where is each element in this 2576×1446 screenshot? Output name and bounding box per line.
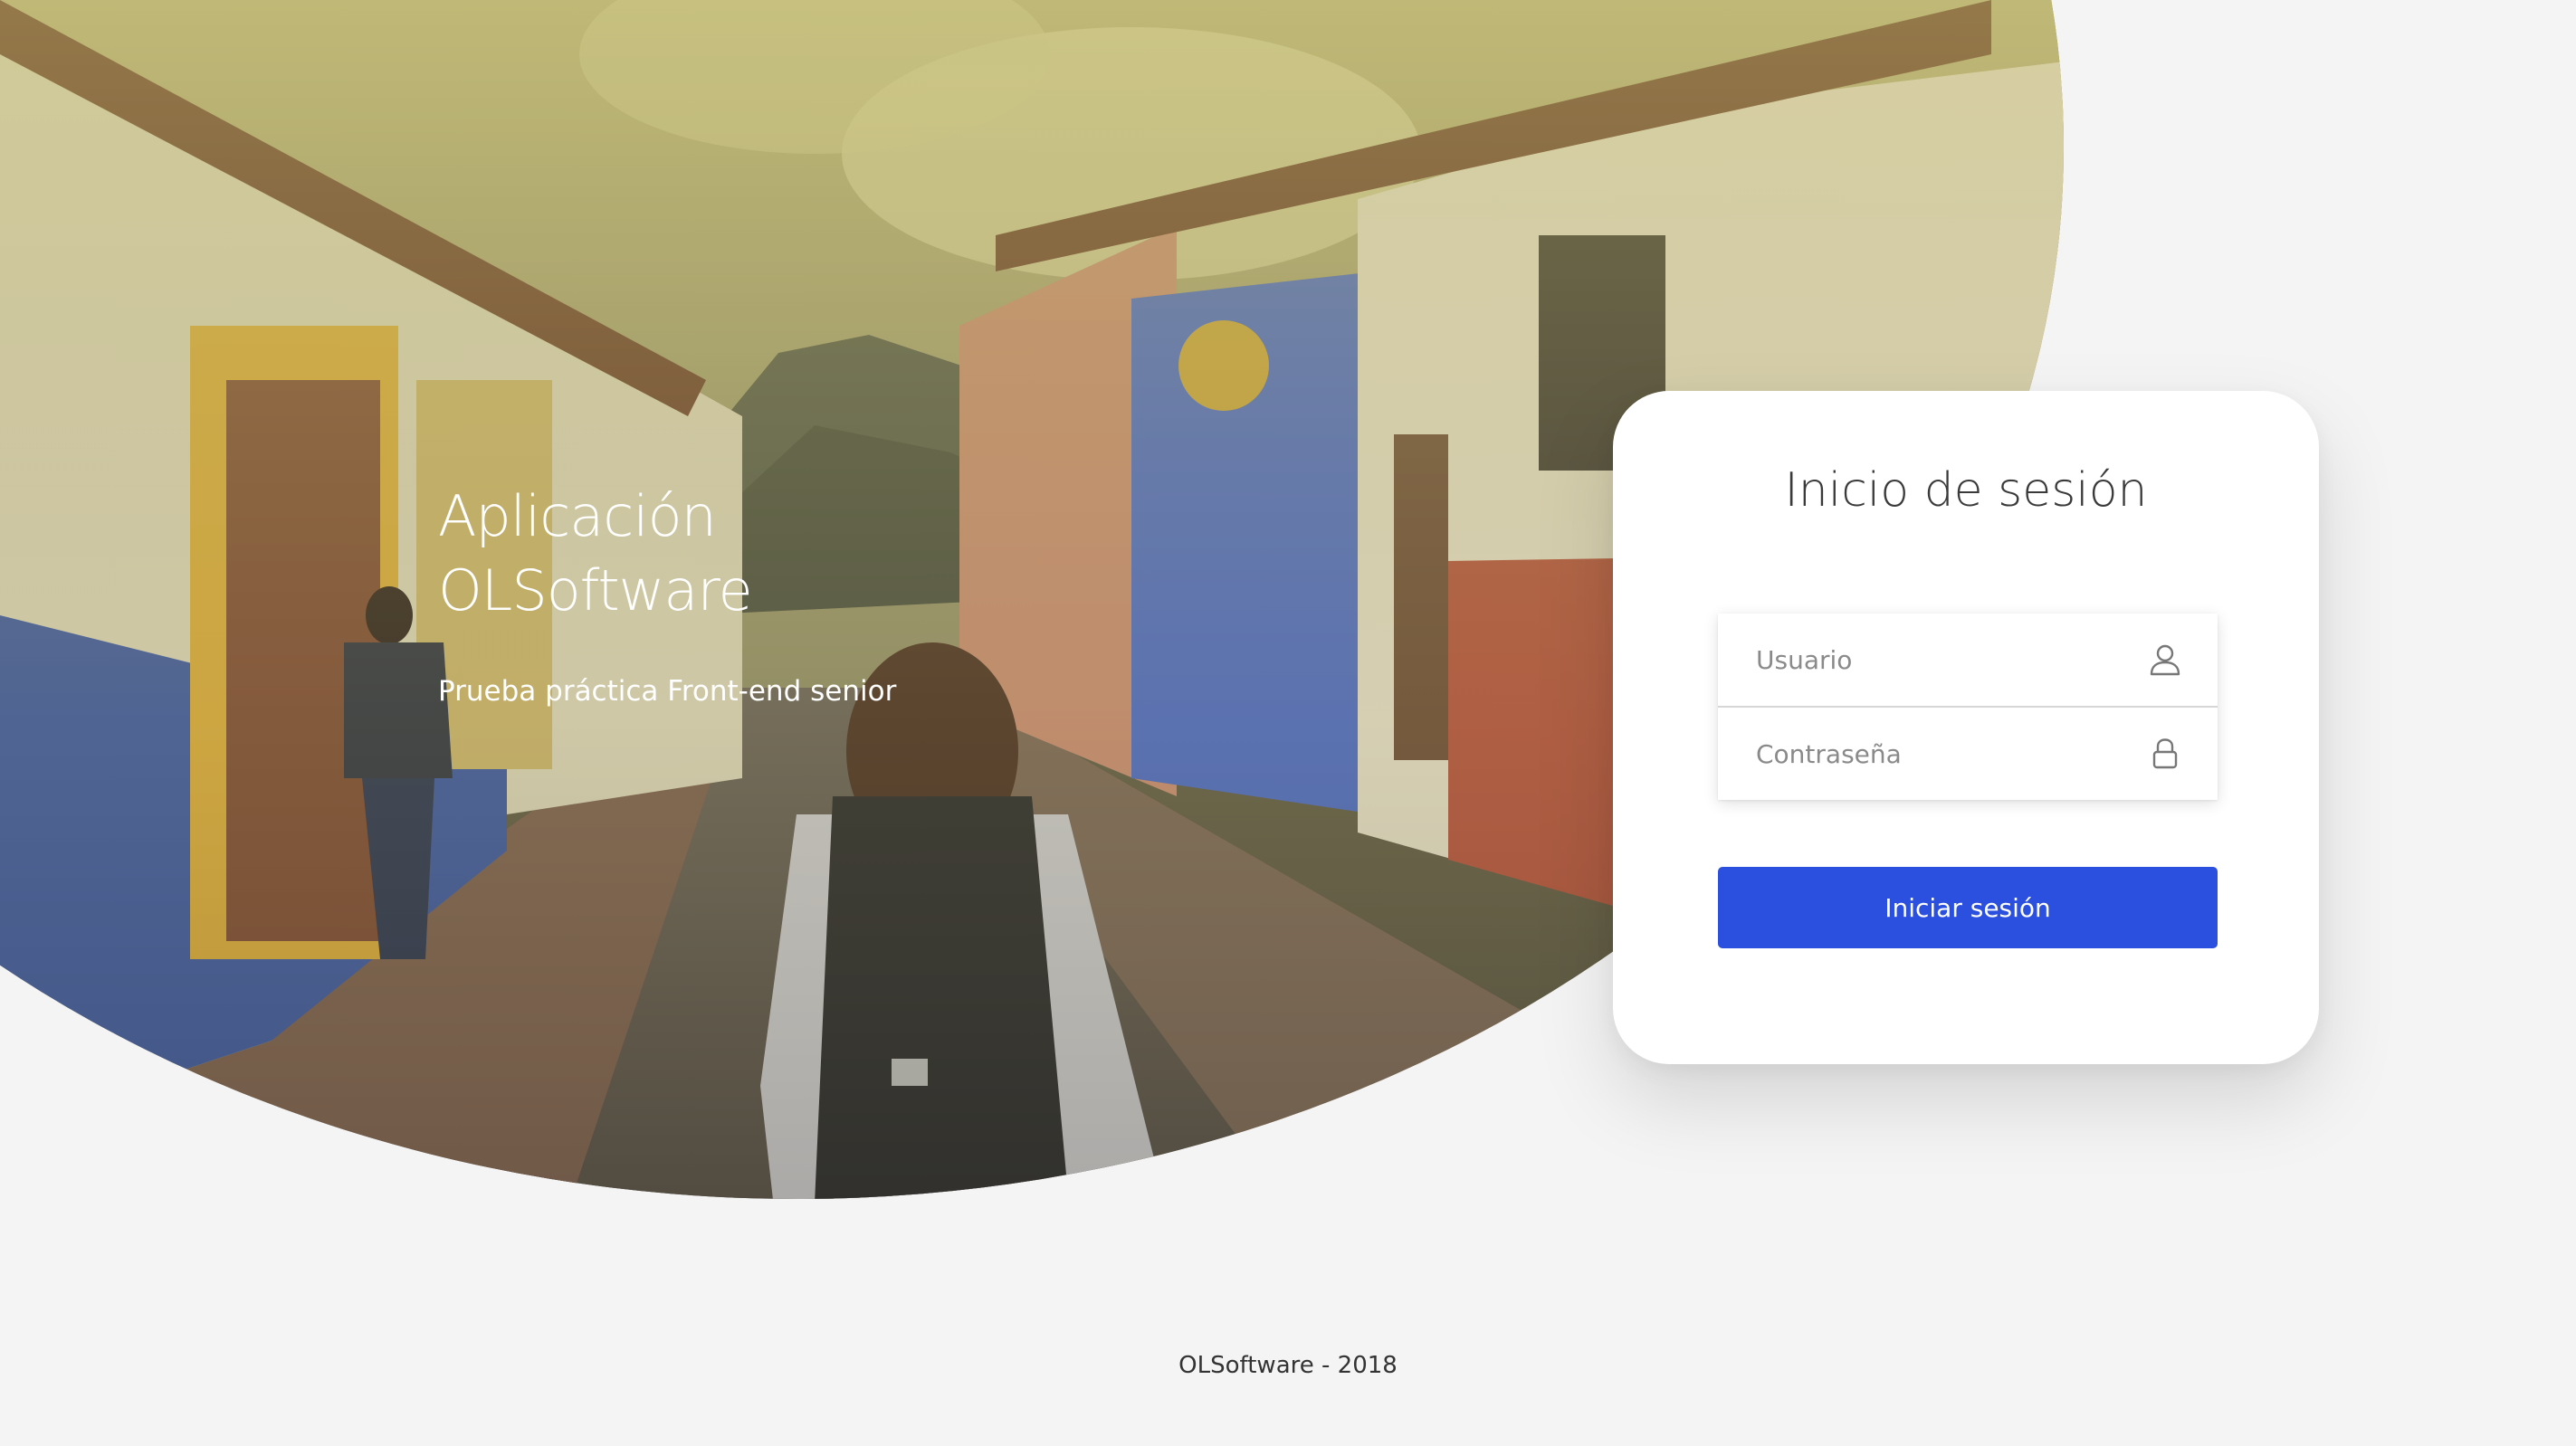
password-input[interactable] — [1754, 737, 2181, 770]
hero-title: Aplicación OLSoftware — [438, 483, 753, 623]
password-field — [1718, 706, 2218, 800]
username-input[interactable] — [1754, 643, 2181, 676]
hero-subtitle: Prueba práctica Front-end senior — [438, 675, 897, 708]
credentials-fields — [1718, 614, 2218, 800]
login-card: Inicio de sesión Iniciar sesión — [1613, 391, 2319, 1064]
username-field — [1718, 614, 2218, 706]
login-title: Inicio de sesión — [1784, 463, 2148, 518]
lock-icon — [2152, 738, 2178, 769]
login-page: Aplicación OLSoftware Prueba práctica Fr… — [0, 0, 2576, 1446]
footer-text: OLSoftware - 2018 — [1178, 1352, 1398, 1379]
login-button[interactable]: Iniciar sesión — [1718, 867, 2218, 948]
hero-text-block: Aplicación OLSoftware Prueba práctica Fr… — [438, 480, 896, 708]
user-icon — [2150, 644, 2180, 676]
